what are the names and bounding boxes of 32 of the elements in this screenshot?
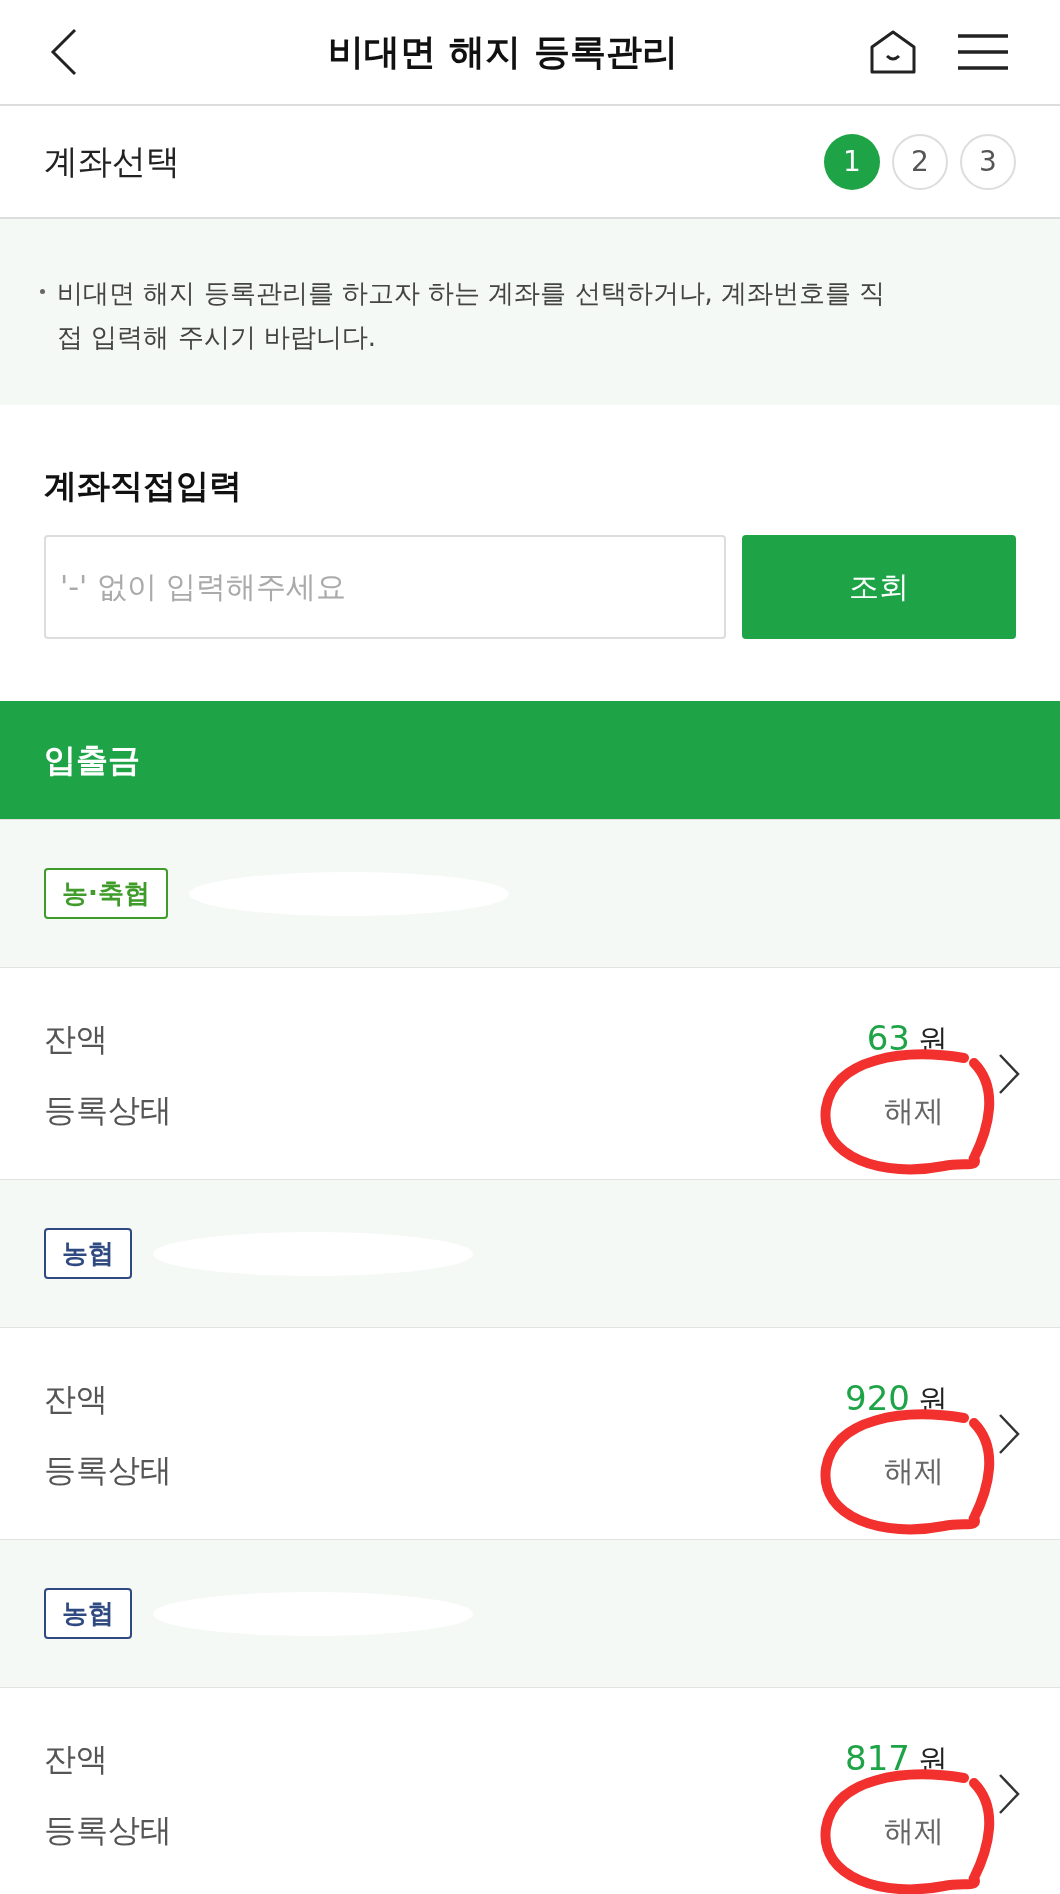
bank-tag: 농협 bbox=[44, 1588, 132, 1639]
chevron-right-icon[interactable] bbox=[998, 1052, 1020, 1095]
step-indicator: 1 bbox=[824, 133, 880, 190]
status-value: 해제 bbox=[884, 1812, 945, 1848]
status-value: 해제 bbox=[884, 1452, 945, 1488]
status-label: 등록상태 bbox=[44, 1450, 172, 1491]
chevron-right-icon[interactable] bbox=[998, 1412, 1020, 1455]
back-icon[interactable] bbox=[50, 28, 78, 76]
step-indicator: 2 bbox=[892, 133, 948, 190]
balance-amount: 817 bbox=[845, 1737, 910, 1780]
status-label: 등록상태 bbox=[44, 1810, 172, 1851]
account-number-field[interactable]: '-' 없이 입력해주세요 bbox=[44, 534, 726, 639]
home-icon[interactable] bbox=[868, 29, 918, 75]
step-indicator: 3 bbox=[960, 133, 1016, 190]
status-label: 등록상태 bbox=[44, 1090, 172, 1131]
chevron-right-icon[interactable] bbox=[998, 1772, 1020, 1815]
balance-amount: 63 bbox=[866, 1017, 910, 1060]
balance-label: 잔액 bbox=[44, 1018, 108, 1060]
balance-label: 잔액 bbox=[44, 1738, 108, 1780]
bullet-icon bbox=[40, 289, 45, 294]
page-title: 비대면 해지 등록관리 bbox=[327, 30, 679, 74]
section-heading: 계좌직접입력 bbox=[44, 465, 243, 507]
balance-amount: 920 bbox=[845, 1377, 910, 1420]
notice-text: 비대면 해지 등록관리를 하고자 하는 계좌를 선택하거나, 계좌번호를 직접 입력해 주시기 바랍니다. bbox=[57, 277, 887, 354]
step-title: 계좌선택 bbox=[44, 140, 180, 183]
bank-tag: 농·축협 bbox=[44, 868, 168, 919]
bank-tag: 농협 bbox=[44, 1228, 132, 1279]
category-title: 입출금 bbox=[44, 740, 140, 781]
balance-label: 잔액 bbox=[44, 1378, 108, 1420]
search-button[interactable]: 조회 bbox=[742, 534, 1016, 639]
status-value: 해제 bbox=[884, 1092, 945, 1128]
menu-icon[interactable] bbox=[956, 33, 1010, 71]
